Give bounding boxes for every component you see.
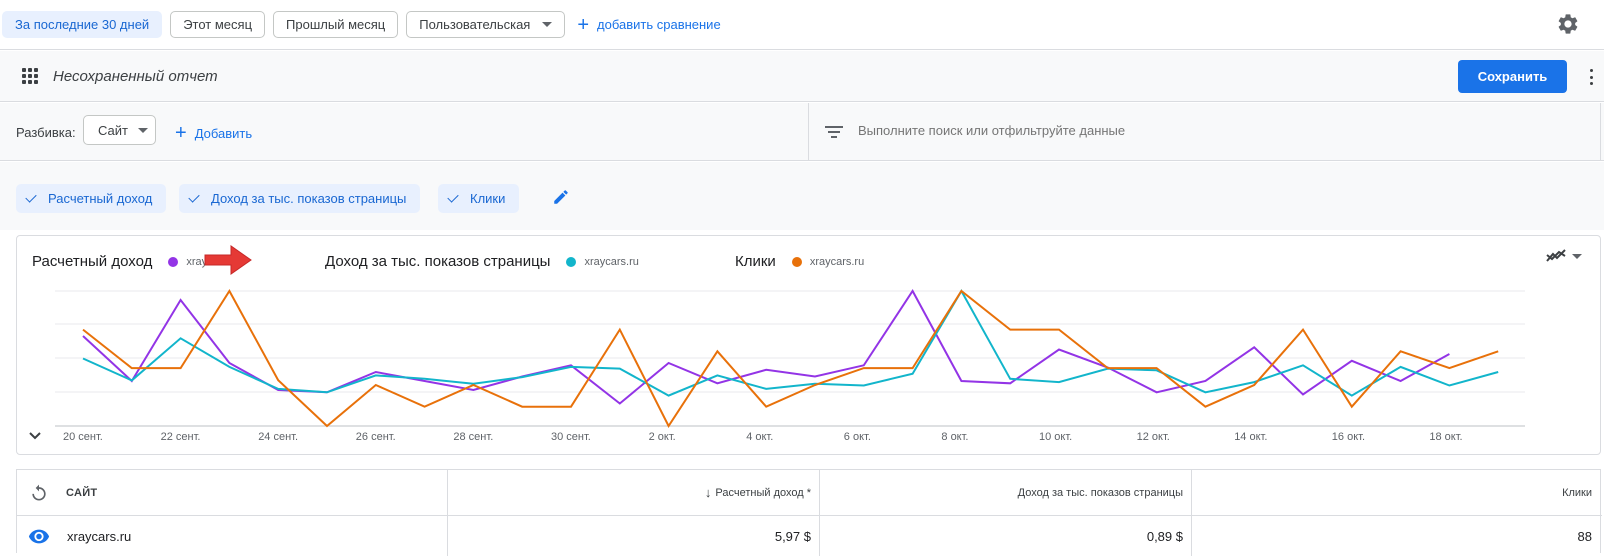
x-tick-label: 22 сент.	[161, 431, 201, 443]
metric-chip-clicks[interactable]: Клики	[438, 184, 520, 213]
report-title: Несохраненный отчет	[53, 68, 218, 85]
check-icon	[188, 191, 200, 203]
range-this-month[interactable]: Этот месяц	[170, 11, 266, 38]
x-tick-label: 12 окт.	[1137, 431, 1170, 443]
series-line-revenue	[82, 289, 1450, 405]
column-header-label: Доход за тыс. показов страницы	[1017, 486, 1183, 499]
breakdown-label: Разбивка:	[16, 125, 76, 140]
column-header-label: Клики	[1562, 486, 1592, 499]
caret-down-icon	[542, 22, 553, 27]
range-custom-label: Пользовательская	[419, 17, 531, 32]
divider	[1600, 103, 1601, 161]
metrics-row: Расчетный доход Доход за тыс. показов ст…	[0, 162, 1604, 230]
table-header-revenue[interactable]: ↓ Расчетный доход *	[448, 470, 820, 515]
add-compare-label: добавить сравнение	[597, 17, 721, 32]
x-tick-label: 16 окт.	[1332, 431, 1365, 443]
add-dimension-label: Добавить	[194, 125, 253, 141]
data-table: САЙТ ↓ Расчетный доход * Доход за тыс. п…	[16, 469, 1602, 556]
x-tick-label: 24 сент.	[258, 431, 298, 443]
x-tick-label: 8 окт.	[941, 431, 968, 443]
column-header-label[interactable]: САЙТ	[66, 487, 97, 499]
table-cell-clicks: 88	[1577, 528, 1592, 544]
range-custom-dropdown[interactable]: Пользовательская	[406, 11, 566, 38]
table-cell-revenue: 5,97 $	[448, 516, 820, 556]
x-tick-label: 30 сент.	[551, 431, 591, 443]
search-filter-input[interactable]	[858, 123, 1558, 138]
x-tick-label: 26 сент.	[356, 431, 396, 443]
x-tick-label: 20 сент.	[63, 431, 103, 443]
chevron-down-icon[interactable]	[29, 432, 41, 440]
date-range-bar: За последние 30 дней Этот месяц Прошлый …	[0, 0, 1604, 50]
edit-pencil-icon[interactable]	[552, 188, 570, 206]
series-line-rpm	[82, 288, 1499, 397]
chart-card: Расчетный доход xraycars.ru Доход за тыс…	[16, 235, 1601, 455]
range-last-month[interactable]: Прошлый месяц	[273, 11, 399, 38]
metric-chip-label: Доход за тыс. показов страницы	[211, 191, 407, 206]
x-tick-label: 28 сент.	[453, 431, 493, 443]
table-cell-rpm: 0,89 $	[820, 516, 1192, 556]
arrow-down-icon: ↓	[704, 485, 712, 500]
more-vert-icon[interactable]	[1590, 69, 1594, 85]
check-icon	[447, 191, 459, 203]
x-tick-label: 4 окт.	[746, 431, 773, 443]
filter-list-icon	[825, 126, 843, 138]
add-dimension-button[interactable]: + Добавить	[175, 123, 252, 143]
reset-icon[interactable]	[29, 483, 49, 503]
x-tick-label: 2 окт.	[649, 431, 676, 443]
line-chart: 20 сент. 22 сент. 24 сент. 26 сент. 28 сент.…	[55, 288, 1525, 443]
divider	[808, 103, 809, 161]
range-last-30-days[interactable]: За последние 30 дней	[2, 11, 163, 38]
plus-icon: +	[175, 122, 187, 144]
plus-icon: +	[577, 13, 590, 36]
table-header-rpm[interactable]: Доход за тыс. показов страницы	[820, 470, 1192, 515]
x-tick-label: 18 окт.	[1429, 431, 1462, 443]
column-header-label: Расчетный доход *	[715, 486, 811, 499]
x-tick-label: 14 окт.	[1234, 431, 1267, 443]
metric-chip-revenue[interactable]: Расчетный доход	[16, 184, 167, 213]
x-tick-label: 10 окт.	[1039, 431, 1072, 443]
add-compare-button[interactable]: + добавить сравнение	[577, 15, 720, 35]
x-tick-label: 6 окт.	[844, 431, 871, 443]
eye-icon[interactable]	[28, 528, 50, 544]
save-button[interactable]: Сохранить	[1458, 60, 1567, 93]
table-header-clicks[interactable]: Клики	[1192, 470, 1602, 515]
dimension-select-value: Сайт	[98, 122, 128, 138]
report-header: Несохраненный отчет Сохранить	[0, 51, 1604, 102]
metric-chip-label: Расчетный доход	[48, 191, 153, 206]
apps-grid-icon[interactable]	[22, 68, 38, 84]
filter-row: Разбивка: Сайт + Добавить	[0, 103, 1604, 161]
table-header-site: САЙТ	[17, 470, 448, 515]
dimension-select[interactable]: Сайт	[83, 115, 156, 145]
caret-down-icon	[137, 127, 148, 133]
check-icon	[25, 191, 37, 203]
site-name: xraycars.ru	[67, 528, 132, 544]
table-cell-site: xraycars.ru	[17, 516, 448, 556]
settings-gear-icon[interactable]	[1556, 12, 1580, 36]
metric-chip-label: Клики	[470, 191, 506, 206]
metric-chip-rpm[interactable]: Доход за тыс. показов страницы	[179, 184, 421, 213]
